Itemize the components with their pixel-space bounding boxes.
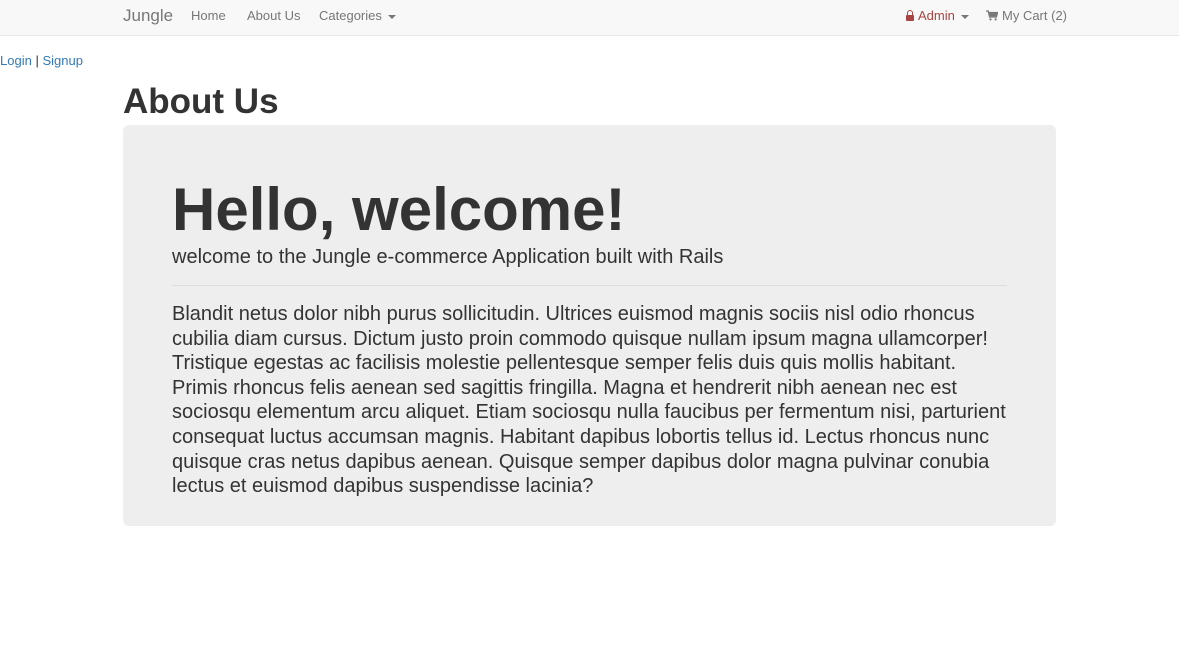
page-title: About Us — [123, 82, 279, 121]
about-body-text: Blandit netus dolor nibh purus sollicitu… — [172, 303, 1006, 498]
my-cart-link[interactable]: My Cart (2) — [986, 0, 1067, 32]
divider — [172, 285, 1007, 286]
nav-link-about-us[interactable]: About Us — [247, 0, 300, 32]
top-navbar: Jungle Home About Us Categories Admin My… — [0, 0, 1179, 36]
welcome-lead: welcome to the Jungle e-commerce Applica… — [172, 246, 724, 268]
cart-label: My Cart (2) — [1002, 8, 1067, 23]
signup-link[interactable]: Signup — [42, 53, 82, 68]
auth-separator: | — [35, 53, 39, 68]
auth-links: Login | Signup — [0, 52, 83, 70]
nav-link-home[interactable]: Home — [191, 0, 226, 32]
lock-icon — [906, 10, 914, 21]
chevron-down-icon — [387, 14, 396, 19]
jumbotron: Hello, welcome! welcome to the Jungle e-… — [123, 125, 1056, 526]
admin-dropdown[interactable]: Admin — [906, 0, 969, 32]
chevron-down-icon — [960, 14, 969, 19]
brand-link[interactable]: Jungle — [123, 0, 173, 32]
cart-icon — [986, 10, 998, 21]
welcome-heading: Hello, welcome! — [172, 176, 626, 243]
nav-dropdown-categories[interactable]: Categories — [319, 0, 396, 32]
categories-label: Categories — [319, 8, 382, 23]
admin-label: Admin — [918, 8, 955, 23]
login-link[interactable]: Login — [0, 53, 32, 68]
